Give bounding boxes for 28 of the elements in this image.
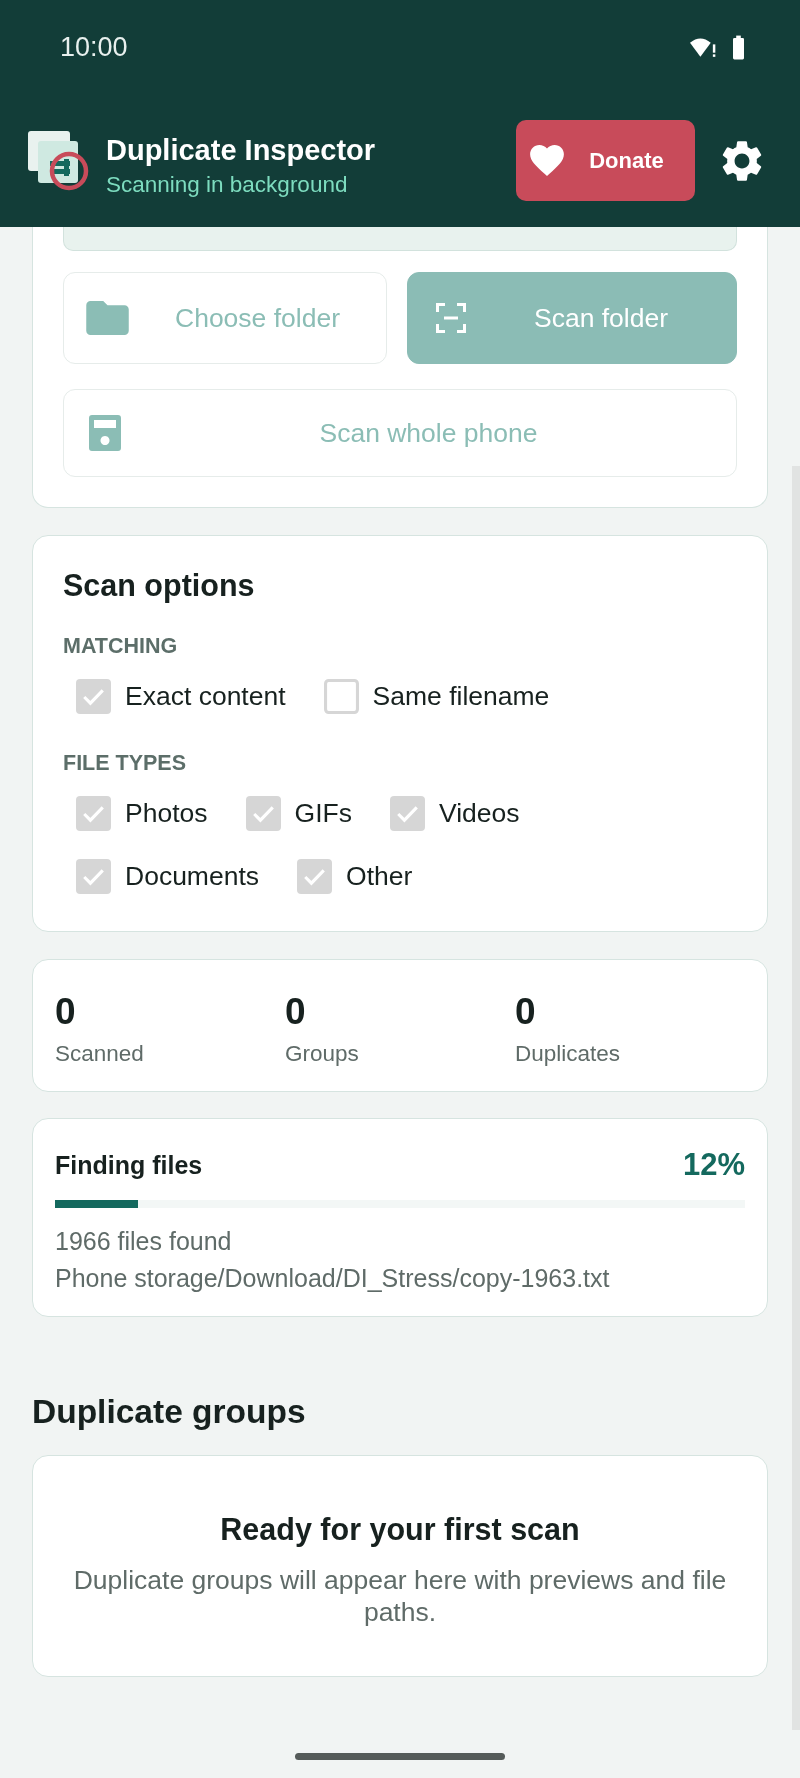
stat-label: Scanned (55, 1041, 145, 1067)
app-title: Duplicate Inspector (106, 133, 377, 167)
folder-icon (86, 301, 129, 335)
status-time: 10:00 (60, 31, 128, 63)
section-heading: Duplicate groups (32, 1393, 307, 1431)
settings-icon[interactable] (722, 140, 762, 181)
stat-label: Groups (285, 1041, 360, 1067)
app-subtitle: Scanning in background (106, 171, 349, 199)
heart-icon (530, 145, 564, 176)
app-logo (26, 128, 90, 193)
section-label: MATCHING (63, 634, 179, 658)
empty-state-title: Ready for your first scan (219, 1512, 581, 1546)
wifi-icon (690, 36, 717, 58)
section-label: FILE TYPES (63, 751, 188, 775)
stat-value: 0 (55, 992, 77, 1032)
stat-label: Duplicates (515, 1041, 622, 1067)
empty-state-message: Duplicate groups will appear here with previews and file paths. (72, 1564, 728, 1628)
progress-detail: 1966 files found (55, 1226, 233, 1256)
scan-frame-icon (436, 303, 466, 333)
card-title: Scan options (63, 567, 256, 603)
home-indicator[interactable] (295, 1753, 505, 1760)
stat-value: 0 (285, 992, 307, 1032)
progress-detail: Phone storage/Download/DI_Stress/copy-1963.txt (55, 1263, 611, 1293)
stat-value: 0 (515, 992, 537, 1032)
progress-title: Finding files (55, 1150, 203, 1180)
donate-button[interactable]: Donate (516, 120, 695, 201)
battery-icon (733, 34, 744, 60)
progress-percent: 12% (682, 1147, 745, 1183)
